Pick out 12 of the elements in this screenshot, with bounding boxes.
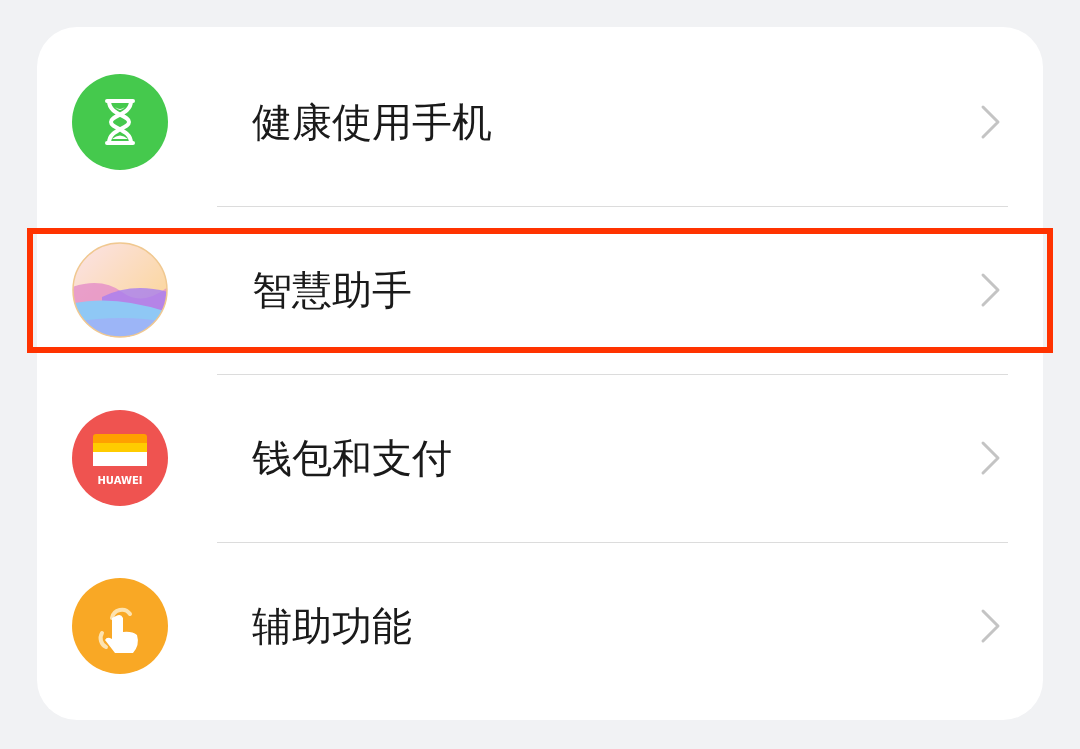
chevron-icon (980, 440, 1002, 476)
touch-icon (72, 578, 168, 674)
setting-label[interactable]: 健康使用手机 (252, 97, 980, 146)
icon-label: HUAWEI (97, 475, 143, 486)
wallet-icon (72, 410, 168, 506)
setting-label[interactable]: 辅助功能 (252, 602, 980, 650)
setting-label[interactable]: 钱包和支付 (252, 434, 980, 482)
chevron-icon (980, 272, 1002, 308)
hourglass-icon (72, 73, 168, 170)
chevron-icon (980, 608, 1002, 644)
chevron-icon (980, 103, 1002, 140)
setting-label[interactable]: 智慧助手 (252, 266, 980, 314)
